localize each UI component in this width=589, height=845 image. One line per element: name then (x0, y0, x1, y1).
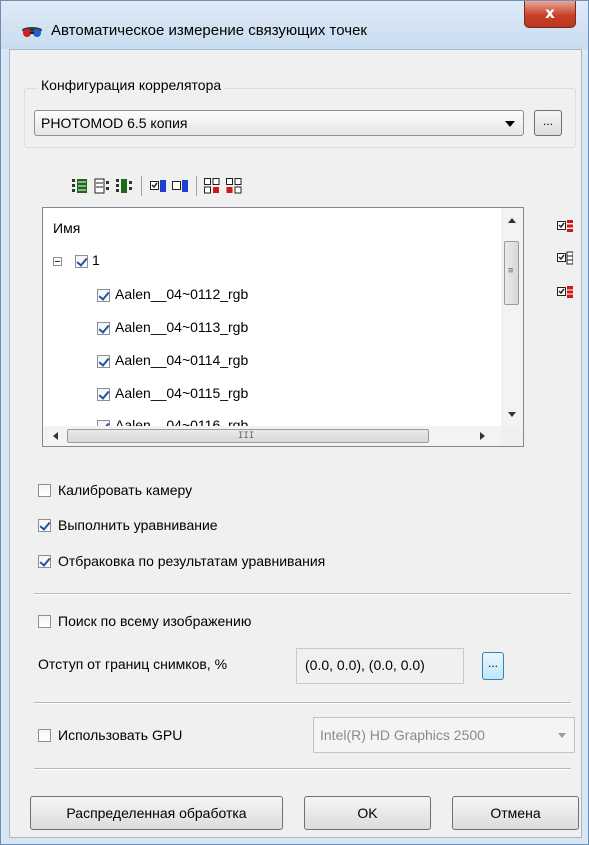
stereo-glasses-icon (22, 27, 42, 37)
tree-root-label: 1 (92, 252, 100, 268)
use-gpu-label: Использовать GPU (58, 727, 183, 743)
margin-edit-button[interactable]: ... (482, 652, 504, 680)
calibrate-camera-checkbox[interactable]: Калибровать камеру (38, 482, 338, 502)
gpu-device-value: Intel(R) HD Graphics 2500 (320, 727, 485, 743)
scroll-grip: ≡ (508, 266, 514, 276)
tree-item-label: Aalen__04~0113_rgb (115, 319, 249, 335)
tree-item-label: Aalen__04~0112_rgb (115, 286, 249, 302)
divider (34, 768, 571, 770)
check-selected-icon[interactable] (557, 218, 573, 234)
invert-tree-icon[interactable] (116, 178, 132, 194)
scroll-up-icon[interactable] (508, 218, 516, 223)
image-tree[interactable]: Имя 1 Aalen__04~0112_rgb Aalen__04~0113_… (42, 207, 524, 447)
search-whole-image-checkbox[interactable]: Поиск по всему изображению (38, 613, 358, 633)
close-button[interactable]: x (524, 1, 576, 28)
distributed-processing-button[interactable]: Распределенная обработка (30, 796, 283, 830)
tree-item-checkbox[interactable] (97, 322, 110, 335)
scroll-down-icon[interactable] (508, 412, 516, 417)
checkbox-box[interactable] (38, 615, 51, 628)
check-red-icon[interactable] (557, 284, 573, 300)
correlator-select[interactable]: PHOTOMOD 6.5 копия (34, 110, 524, 136)
deselect-red-icon[interactable] (226, 178, 242, 194)
tree-item-checkbox[interactable] (97, 289, 110, 302)
cancel-button[interactable]: Отмена (452, 796, 579, 830)
collapse-icon[interactable] (53, 257, 62, 266)
tree-root-checkbox[interactable] (75, 255, 88, 268)
check-all-icon[interactable] (150, 178, 166, 194)
tree-item-label: Aalen__04~0114_rgb (115, 352, 249, 368)
rejection-label: Отбраковка по результатам уравнивания (58, 553, 326, 569)
tree-item-checkbox[interactable] (97, 355, 110, 368)
window-title: Автоматическое измерение связующих точек (51, 22, 367, 39)
tree-item[interactable]: Aalen__04~0112_rgb (97, 286, 397, 306)
search-whole-image-label: Поиск по всему изображению (58, 613, 252, 629)
scroll-grip: III (238, 431, 255, 441)
scroll-corner (501, 426, 523, 446)
checkbox-box[interactable] (38, 555, 51, 568)
title-bar[interactable]: Автоматическое измерение связующих точек… (1, 1, 588, 49)
correlator-select-value: PHOTOMOD 6.5 копия (41, 115, 188, 131)
tree-item-checkbox[interactable] (97, 388, 110, 401)
tree-root-row[interactable]: 1 (53, 252, 253, 272)
margin-value: (0.0, 0.0), (0.0, 0.0) (305, 657, 425, 673)
uncheck-all-icon[interactable] (172, 178, 188, 194)
calibrate-camera-label: Калибровать камеру (58, 482, 193, 498)
margin-label: Отступ от границ снимков, % (38, 656, 228, 672)
correlator-browse-button[interactable]: ... (534, 110, 562, 136)
scroll-left-icon[interactable] (53, 432, 58, 440)
divider (34, 702, 571, 704)
tree-horizontal-scrollbar[interactable]: III (43, 426, 501, 446)
scroll-right-icon[interactable] (480, 432, 485, 440)
vertical-scroll-thumb[interactable]: ≡ (504, 241, 519, 305)
expand-all-icon[interactable] (72, 178, 88, 194)
tree-column-header: Имя (53, 220, 81, 236)
correlator-group-label: Конфигурация коррелятора (38, 77, 225, 93)
tree-item[interactable]: Aalen__04~0113_rgb (97, 319, 397, 339)
adjustment-checkbox[interactable]: Выполнить уравнивание (38, 517, 338, 537)
gpu-device-select[interactable]: Intel(R) HD Graphics 2500 (313, 717, 575, 753)
checkbox-box[interactable] (38, 729, 51, 742)
tree-item-label: Aalen__04~0115_rgb (115, 385, 249, 401)
toolbar-separator (196, 176, 197, 196)
horizontal-scroll-thumb[interactable]: III (67, 429, 429, 443)
rejection-checkbox[interactable]: Отбраковка по результатам уравнивания (38, 553, 438, 573)
use-gpu-checkbox[interactable]: Использовать GPU (38, 727, 278, 747)
adjustment-label: Выполнить уравнивание (58, 517, 218, 533)
tree-vertical-scrollbar[interactable]: ≡ (501, 208, 523, 426)
chevron-down-icon (505, 121, 515, 127)
margin-field: (0.0, 0.0), (0.0, 0.0) (296, 648, 464, 684)
check-list-icon[interactable] (557, 250, 573, 266)
collapse-all-icon[interactable] (94, 178, 110, 194)
chevron-down-icon (558, 733, 566, 738)
checkbox-box[interactable] (38, 484, 51, 497)
ok-button[interactable]: OK (304, 796, 431, 830)
toolbar-separator (141, 176, 142, 196)
tree-item[interactable]: Aalen__04~0115_rgb (97, 385, 397, 405)
checkbox-box[interactable] (38, 519, 51, 532)
divider (34, 593, 571, 595)
select-red-icon[interactable] (204, 178, 220, 194)
tree-item[interactable]: Aalen__04~0114_rgb (97, 352, 397, 372)
